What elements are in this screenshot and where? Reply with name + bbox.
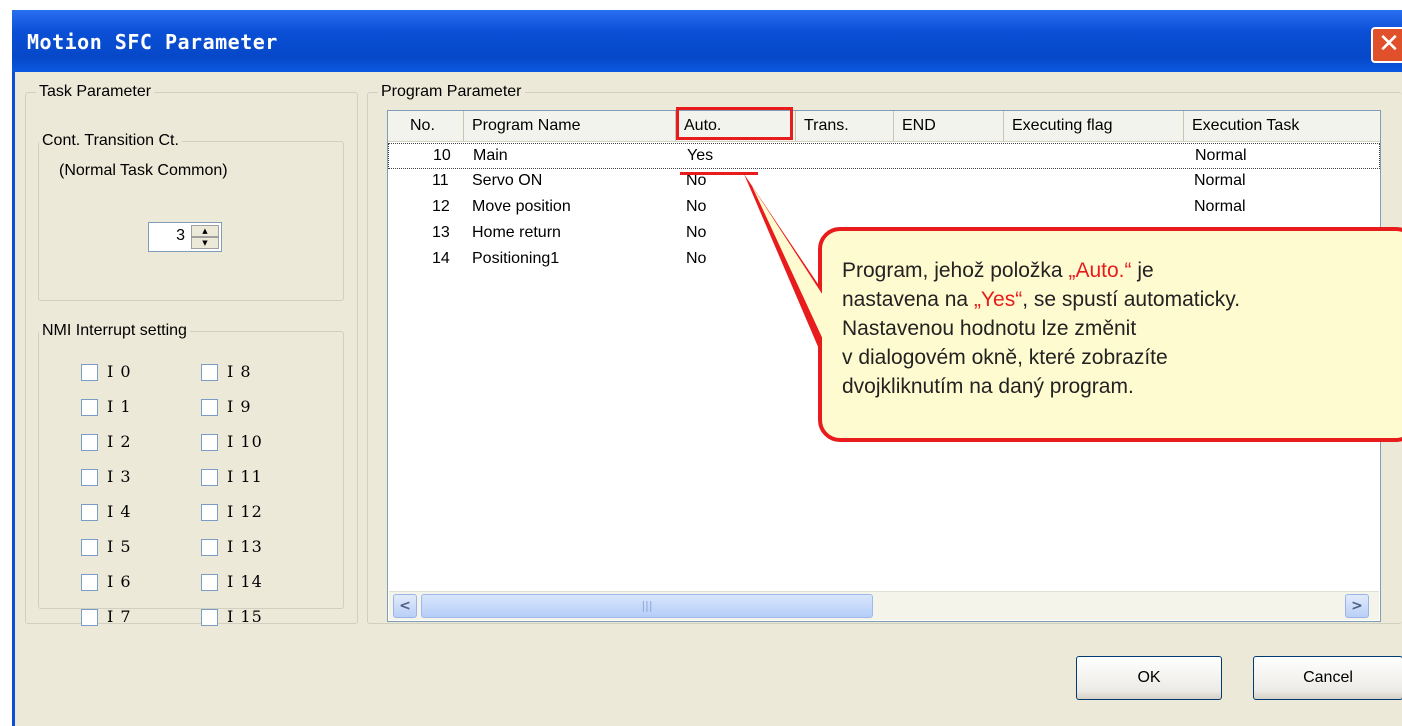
callout-line-5: dvojkliknutím na daný program. xyxy=(842,375,1134,398)
callout-text: Program, jehož položka „Auto.“ je nastav… xyxy=(842,256,1402,401)
callout-line-3: Nastavenou hodnotu lze změnit xyxy=(842,317,1137,340)
callout-line-2: nastavena na „Yes“, se spustí automatick… xyxy=(842,288,1241,311)
callout-line-1: Program, jehož položka „Auto.“ je xyxy=(842,259,1154,282)
callout-line-4: v dialogovém okně, které zobrazíte xyxy=(842,346,1168,369)
